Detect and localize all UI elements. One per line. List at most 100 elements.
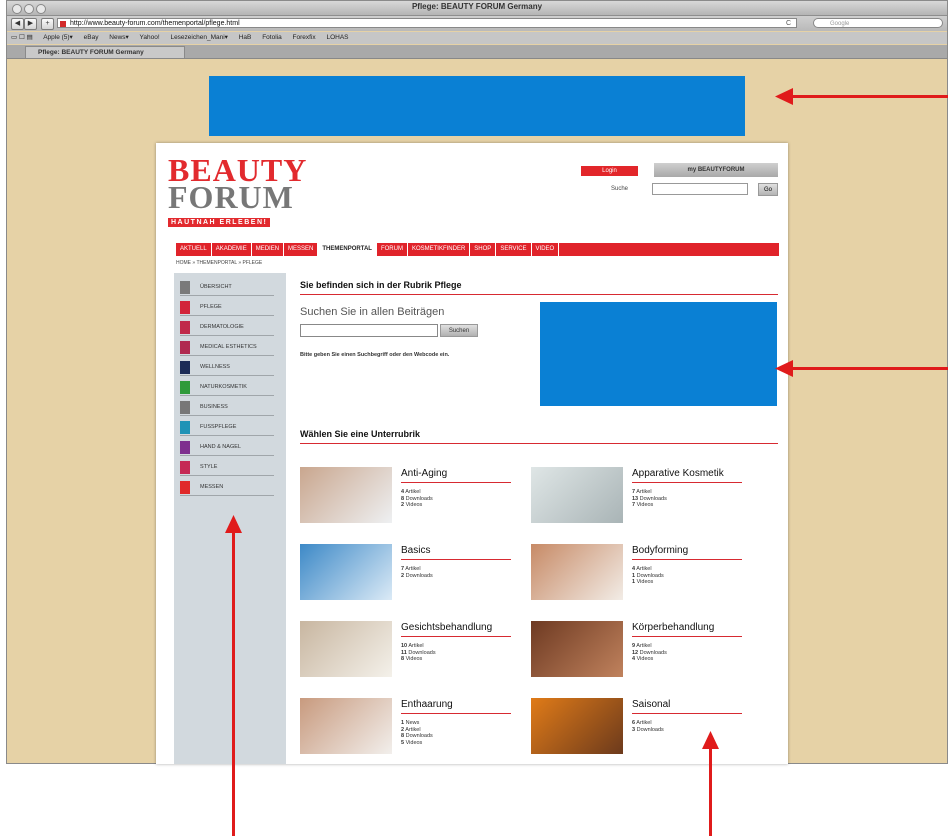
sidebar-item[interactable]: MEDICAL ESTHETICS: [180, 341, 274, 356]
browser-search-field[interactable]: Google: [813, 18, 943, 28]
nav-item-akademie[interactable]: AKADEMIE: [212, 243, 252, 256]
category-image[interactable]: [300, 467, 392, 523]
sidebar-color-swatch: [180, 321, 190, 334]
sidebar-item[interactable]: NATURKOSMETIK: [180, 381, 274, 396]
back-button[interactable]: ◀: [11, 18, 24, 30]
category-card[interactable]: Körperbehandlung 9 Artikel 12 Downloads 4 V…: [531, 621, 761, 681]
nav-item-forum[interactable]: FORUM: [377, 243, 408, 256]
category-title[interactable]: Körperbehandlung: [632, 622, 714, 633]
search-hint: Bitte geben Sie einen Suchbegriff oder d…: [300, 352, 450, 358]
nav-item-video[interactable]: VIDEO: [532, 243, 560, 256]
category-card[interactable]: Apparative Kosmetik 7 Artikel 13 Downloads…: [531, 467, 761, 527]
category-stat-line[interactable]: 3 Downloads: [632, 727, 664, 734]
category-stat-line[interactable]: 2 Downloads: [401, 573, 433, 580]
nav-item-shop[interactable]: SHOP: [470, 243, 497, 256]
category-title[interactable]: Gesichtsbehandlung: [401, 622, 492, 633]
site-search-go-button[interactable]: Go: [758, 183, 778, 196]
category-stats: 10 Artikel 11 Downloads 8 Videos: [401, 643, 436, 663]
category-image[interactable]: [300, 544, 392, 600]
stat-count: 8: [401, 495, 405, 502]
category-stat-line[interactable]: 1 Videos: [632, 579, 664, 586]
category-stat-line[interactable]: 5 Videos: [401, 740, 433, 747]
category-title[interactable]: Basics: [401, 545, 430, 556]
address-bar[interactable]: http://www.beauty-forum.com/themenportal…: [57, 18, 797, 28]
article-search-input[interactable]: [300, 324, 438, 337]
category-card[interactable]: Bodyforming 4 Artikel 1 Downloads 1 Videos: [531, 544, 761, 604]
my-beautyforum-button[interactable]: my BEAUTYFORUM: [654, 163, 778, 177]
bookmark-item[interactable]: LOHAS: [326, 34, 348, 41]
nav-item-themenportal[interactable]: THEMENPORTAL: [318, 243, 377, 256]
top-banner-ad[interactable]: [209, 76, 745, 136]
category-card[interactable]: Gesichtsbehandlung 10 Artikel 11 Downloads…: [300, 621, 530, 681]
category-rule: [401, 636, 511, 637]
category-stat-line[interactable]: 7 Videos: [632, 502, 667, 509]
content-ad[interactable]: [540, 302, 777, 406]
site-search-input[interactable]: [652, 183, 748, 195]
sidebar-item-label: ÜBERSICHT: [200, 284, 232, 290]
bookmark-item[interactable]: HaB: [239, 34, 252, 41]
beauty-forum-logo[interactable]: BEAUTY FORUM HAUTNAH ERLEBEN!: [168, 154, 306, 227]
category-rule: [632, 559, 742, 560]
bookmark-item[interactable]: eBay: [84, 34, 99, 41]
article-search-button[interactable]: Suchen: [440, 324, 478, 337]
category-stat-line[interactable]: 4 Videos: [632, 656, 667, 663]
stat-count: 13: [632, 495, 639, 502]
category-title[interactable]: Bodyforming: [632, 545, 688, 556]
bookmarks-icon[interactable]: ▭ ☐ ▤: [11, 34, 33, 41]
bookmark-item[interactable]: News▾: [109, 34, 129, 41]
category-image[interactable]: [531, 698, 623, 754]
logo-line2: FORUM: [168, 179, 294, 215]
stat-count: 7: [401, 566, 405, 572]
sidebar-item[interactable]: FUSSPFLEGE: [180, 421, 274, 436]
category-title[interactable]: Saisonal: [632, 699, 670, 710]
category-image[interactable]: [300, 698, 392, 754]
stat-label: Artikel: [405, 566, 421, 572]
stat-count: 1: [632, 572, 636, 579]
nav-item-messen[interactable]: MESSEN: [284, 243, 319, 256]
reload-icon[interactable]: C: [786, 19, 791, 29]
sidebar-item[interactable]: MESSEN: [180, 481, 274, 496]
stat-count: 2: [401, 572, 405, 579]
category-card[interactable]: Basics 7 Artikel 2 Downloads: [300, 544, 530, 604]
category-stat-line[interactable]: 8 Videos: [401, 656, 436, 663]
category-card[interactable]: Saisonal 6 Artikel 3 Downloads: [531, 698, 761, 758]
sidebar-item[interactable]: DERMATOLOGIE: [180, 321, 274, 336]
category-image[interactable]: [531, 621, 623, 677]
sidebar-item[interactable]: STYLE: [180, 461, 274, 476]
nav-item-kosmetikfinder[interactable]: KOSMETIKFINDER: [408, 243, 471, 256]
stat-count: 7: [632, 489, 636, 495]
category-title[interactable]: Anti-Aging: [401, 468, 447, 479]
category-image[interactable]: [531, 467, 623, 523]
stat-label: Downloads: [405, 495, 433, 502]
sidebar-item[interactable]: BUSINESS: [180, 401, 274, 416]
sidebar-color-swatch: [180, 421, 190, 434]
browser-tab[interactable]: Pflege: BEAUTY FORUM Germany: [25, 46, 185, 58]
bookmark-item[interactable]: Apple (5)▾: [43, 34, 73, 41]
stat-count: 8: [401, 733, 405, 739]
stat-count: 12: [632, 649, 639, 656]
forward-button[interactable]: ▶: [24, 18, 37, 30]
login-button[interactable]: Login: [581, 166, 638, 176]
category-card[interactable]: Anti-Aging 4 Artikel 8 Downloads 2 Videos: [300, 467, 530, 527]
category-title[interactable]: Enthaarung: [401, 699, 453, 710]
nav-item-aktuell[interactable]: AKTUELL: [176, 243, 212, 256]
category-image[interactable]: [531, 544, 623, 600]
sidebar-item[interactable]: WELLNESS: [180, 361, 274, 376]
bookmark-item[interactable]: Lesezeichen_Mani▾: [170, 34, 227, 41]
nav-item-service[interactable]: SERVICE: [496, 243, 532, 256]
category-image[interactable]: [300, 621, 392, 677]
category-title[interactable]: Apparative Kosmetik: [632, 468, 724, 479]
sidebar-item[interactable]: PFLEGE: [180, 301, 274, 316]
sidebar-item[interactable]: ÜBERSICHT: [180, 281, 274, 296]
category-stat-line[interactable]: 2 Videos: [401, 502, 433, 509]
bookmark-item[interactable]: Yahoo!: [140, 34, 160, 41]
category-card[interactable]: Enthaarung 1 News 2 Artikel 8 Downloads 5 Vi…: [300, 698, 530, 758]
nav-item-medien[interactable]: MEDIEN: [252, 243, 285, 256]
bookmark-item[interactable]: Forexfix: [293, 34, 316, 41]
sidebar-item[interactable]: HAND & NAGEL: [180, 441, 274, 456]
stat-label: Downloads: [636, 726, 664, 733]
stat-count: 5: [401, 739, 405, 746]
stat-label: Artikel: [405, 489, 421, 495]
bookmark-item[interactable]: Fotolia: [262, 34, 282, 41]
add-bookmark-button[interactable]: +: [41, 18, 54, 30]
